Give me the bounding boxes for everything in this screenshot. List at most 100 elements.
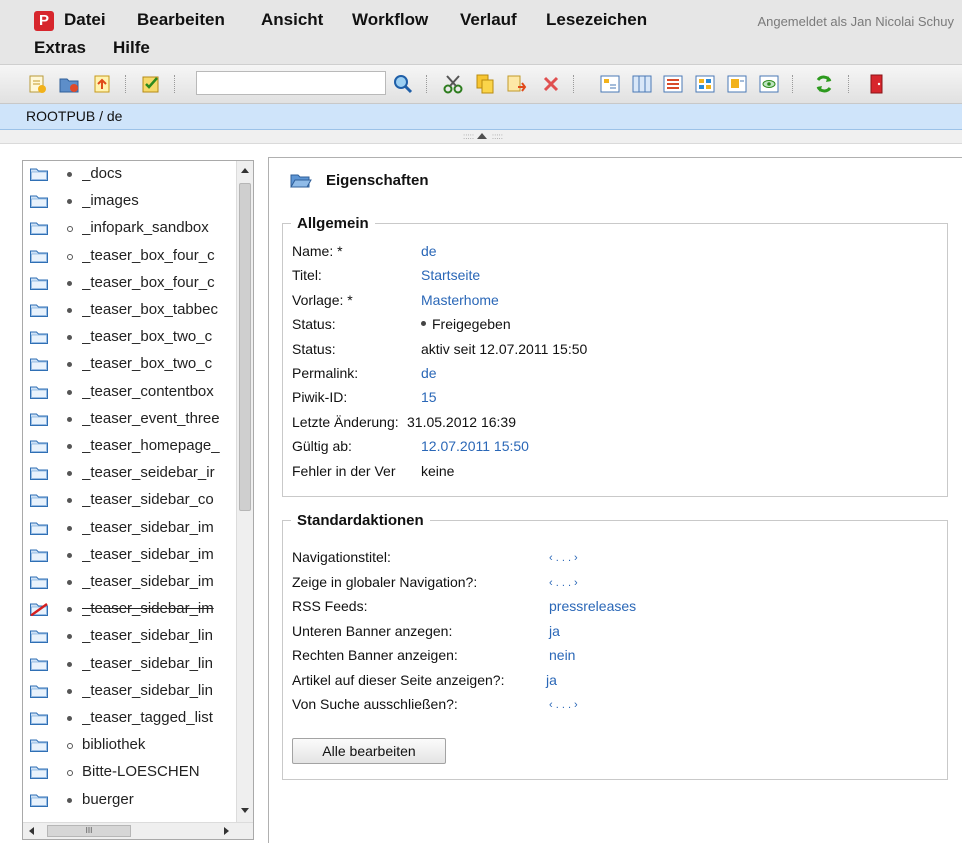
view-preview-icon[interactable] <box>726 73 748 95</box>
menu-hilfe[interactable]: Hilfe <box>113 38 150 58</box>
tree-item[interactable]: _teaser_box_tabbec <box>23 297 238 323</box>
tree-item[interactable]: _teaser_sidebar_im <box>23 569 238 595</box>
open-folder-icon <box>290 173 312 188</box>
scroll-up-icon[interactable] <box>241 168 249 173</box>
search-icon[interactable] <box>392 73 414 95</box>
cut-icon[interactable] <box>442 73 464 95</box>
tree-item[interactable]: bibliothek <box>23 732 238 758</box>
tree-item[interactable]: _teaser_tagged_list <box>23 705 238 731</box>
delete-icon[interactable] <box>540 73 562 95</box>
folder-icon <box>30 685 48 698</box>
scroll-thumb[interactable] <box>239 183 251 511</box>
tree-item[interactable]: _teaser_sidebar_co <box>23 487 238 513</box>
folder-icon <box>30 195 48 209</box>
scroll-down-icon[interactable] <box>241 808 249 813</box>
new-folder-icon[interactable] <box>58 73 80 95</box>
copy-icon[interactable] <box>474 73 496 95</box>
tree-item[interactable]: Bitte-LOESCHEN <box>23 759 238 785</box>
action-value[interactable]: ja <box>546 672 557 688</box>
folder-icon <box>30 630 48 644</box>
released-dot-icon <box>67 280 72 286</box>
panel-splitter[interactable]: ::::: ::::: <box>0 130 962 144</box>
tree-vertical-scrollbar[interactable] <box>236 161 253 823</box>
action-value[interactable]: nein <box>549 647 575 663</box>
tree-item[interactable]: _teaser_sidebar_im <box>23 542 238 568</box>
property-value-text: 31.05.2012 16:39 <box>407 413 516 430</box>
menu-datei[interactable]: Datei <box>64 10 106 30</box>
action-value[interactable]: pressreleases <box>549 598 636 614</box>
menu-extras[interactable]: Extras <box>34 38 86 58</box>
menu-ansicht[interactable]: Ansicht <box>261 10 323 30</box>
action-value[interactable]: ja <box>549 623 560 639</box>
property-value[interactable]: de <box>421 243 437 259</box>
menu-bearbeiten[interactable]: Bearbeiten <box>137 10 225 30</box>
action-value[interactable]: ‹ . . . › <box>549 699 578 711</box>
tree-item-label: _teaser_sidebar_lin <box>82 654 213 672</box>
menu-verlauf[interactable]: Verlauf <box>460 10 517 30</box>
tree-item[interactable]: _teaser_contentbox <box>23 379 238 405</box>
tree-item-label: _teaser_homepage_ <box>82 437 220 454</box>
draft-dot-icon <box>67 770 73 777</box>
refresh-icon[interactable] <box>813 73 835 95</box>
released-dot-icon <box>67 716 72 721</box>
released-dot-icon <box>67 498 72 504</box>
tree-item[interactable]: _teaser_box_four_c <box>23 270 238 296</box>
property-value[interactable]: Startseite <box>421 267 480 283</box>
exit-icon[interactable] <box>866 73 888 95</box>
property-label: Piwik-ID: <box>292 389 348 406</box>
property-value[interactable]: 12.07.2011 15:50 <box>421 438 529 454</box>
scroll-thumb[interactable]: III <box>47 825 131 837</box>
tree-item[interactable]: _teaser_box_two_c <box>23 351 238 377</box>
tree-item-label: _teaser_box_four_c <box>82 246 215 264</box>
tree-item[interactable]: _teaser_sidebar_im <box>23 596 238 622</box>
breadcrumb-path[interactable]: ROOTPUB / de <box>26 108 122 124</box>
tree-item[interactable]: _teaser_sidebar_lin <box>23 678 238 704</box>
action-label: Unteren Banner anzegen: <box>292 622 453 639</box>
edit-all-button[interactable]: Alle bearbeiten <box>292 738 446 764</box>
action-value[interactable]: ‹ . . . › <box>549 577 578 589</box>
property-value[interactable]: 15 <box>421 389 437 405</box>
view-list-icon[interactable] <box>662 73 684 95</box>
menu-workflow[interactable]: Workflow <box>352 10 428 30</box>
tree-item[interactable]: _teaser_event_three <box>23 406 238 432</box>
scroll-right-icon[interactable] <box>224 827 229 835</box>
search-input[interactable] <box>196 71 386 95</box>
view-details-icon[interactable] <box>694 73 716 95</box>
action-value[interactable]: ‹ . . . › <box>549 552 578 564</box>
folder-icon <box>30 358 48 372</box>
tree-item[interactable]: _infopark_sandbox <box>23 215 238 241</box>
scroll-left-icon[interactable] <box>29 827 34 835</box>
tree-item[interactable]: _docs <box>23 161 238 187</box>
checklist-icon[interactable] <box>140 73 162 95</box>
property-value[interactable]: de <box>421 365 437 381</box>
toolbar-separator <box>573 75 574 93</box>
view-columns-icon[interactable] <box>631 73 653 95</box>
tree-item[interactable]: _teaser_seidebar_ir <box>23 460 238 486</box>
breadcrumb: ROOTPUB / de <box>0 104 962 130</box>
view-tree-icon[interactable] <box>599 73 621 95</box>
folder-icon <box>30 413 48 426</box>
tree-item-label: _teaser_tagged_list <box>82 709 213 726</box>
folder-icon <box>30 331 48 345</box>
tree-item-label: _teaser_sidebar_lin <box>82 681 213 699</box>
folder-icon <box>30 522 48 535</box>
view-eye-icon[interactable] <box>758 73 780 95</box>
folder-icon <box>30 386 48 399</box>
tree-item[interactable]: _teaser_box_two_c <box>23 324 238 350</box>
tree-item[interactable]: _teaser_sidebar_im <box>23 515 238 541</box>
tree-item[interactable]: _images <box>23 188 238 214</box>
tree-item[interactable]: _teaser_sidebar_lin <box>23 623 238 649</box>
tree-item-label: _teaser_event_three <box>82 409 220 427</box>
new-document-icon[interactable] <box>26 73 48 95</box>
released-dot-icon <box>67 362 72 368</box>
paste-icon[interactable] <box>505 73 527 95</box>
collapse-up-icon[interactable] <box>477 133 487 139</box>
tree-item[interactable]: buerger <box>23 787 238 813</box>
tree-item[interactable]: _teaser_box_four_c <box>23 243 238 269</box>
property-value[interactable]: Masterhome <box>421 292 499 308</box>
menu-lesezeichen[interactable]: Lesezeichen <box>546 10 647 30</box>
import-icon[interactable] <box>92 73 114 95</box>
tree-item[interactable]: _teaser_homepage_ <box>23 433 238 459</box>
tree-item[interactable]: _teaser_sidebar_lin <box>23 651 238 677</box>
tree-horizontal-scrollbar[interactable]: III <box>23 822 253 839</box>
